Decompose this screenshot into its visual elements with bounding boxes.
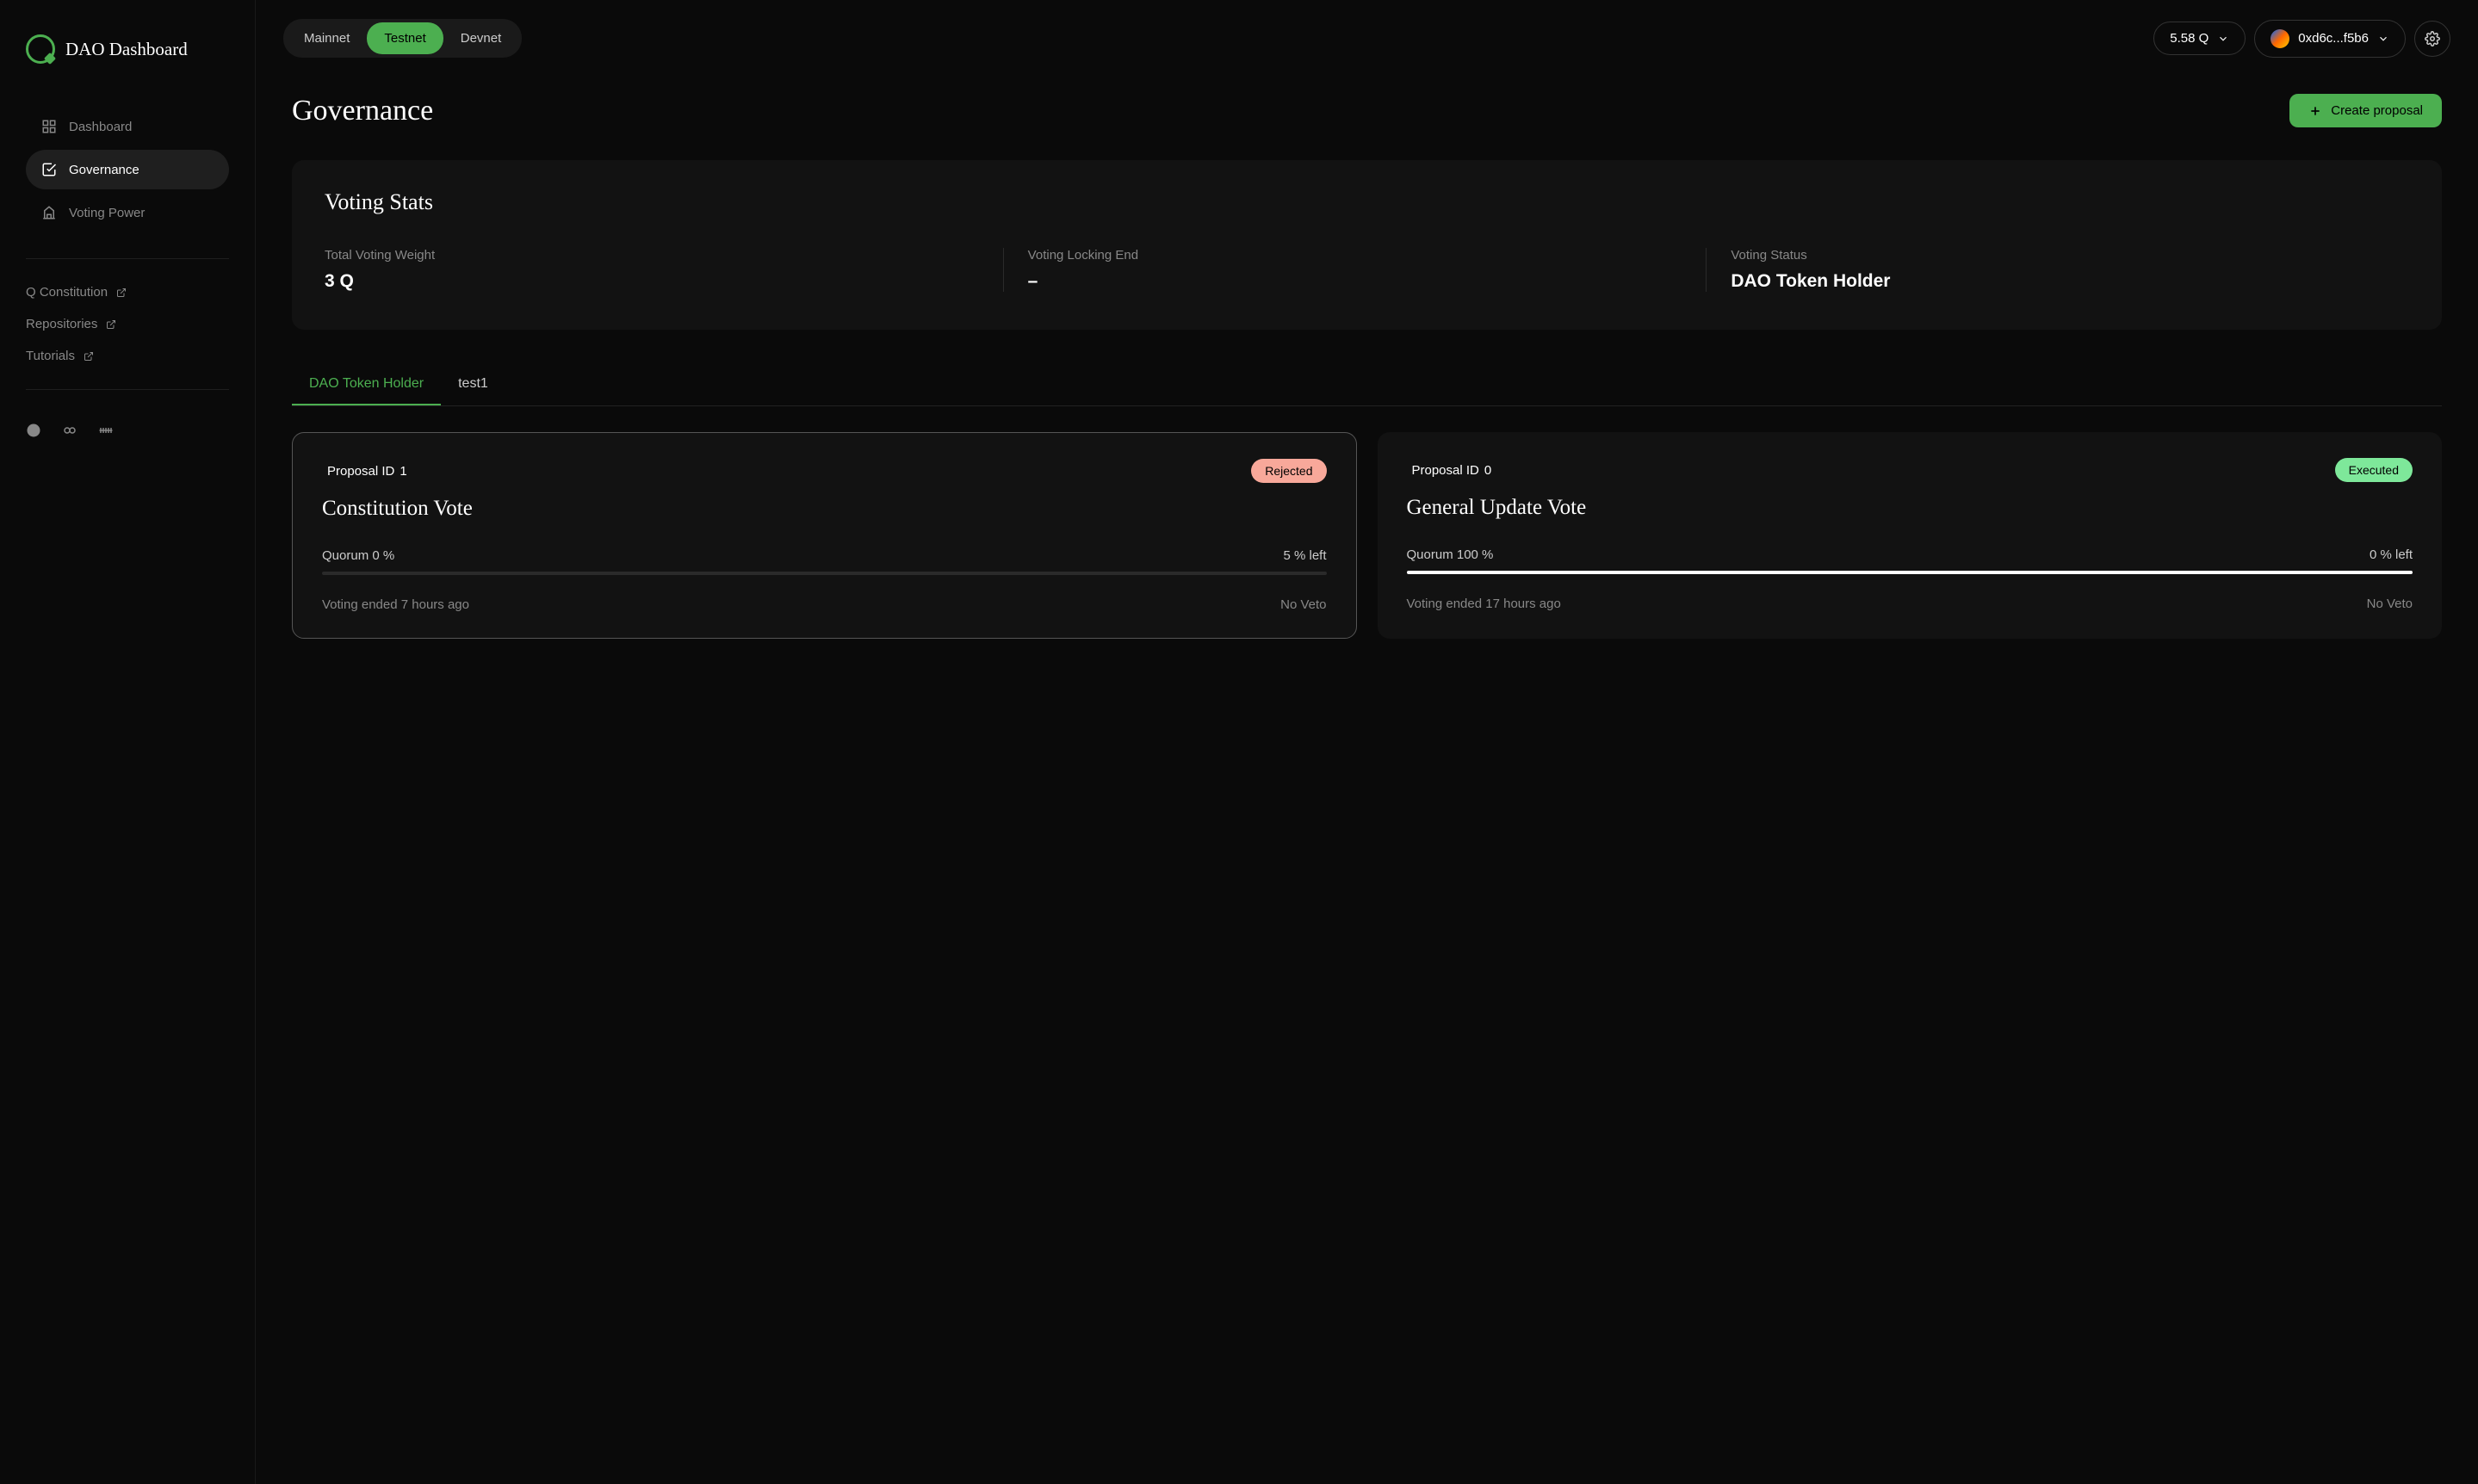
progress-fill — [1407, 571, 2413, 574]
settings-button[interactable] — [2414, 21, 2450, 57]
stat-voting-locking-end: Voting Locking End – — [1003, 248, 1707, 292]
ext-link-label: Q Constitution — [26, 285, 108, 300]
sidebar-divider — [26, 389, 229, 390]
app-name: DAO Dashboard — [65, 39, 188, 60]
external-link-icon — [84, 351, 94, 362]
voting-ended: Voting ended 7 hours ago — [322, 597, 469, 612]
external-link-icon — [106, 319, 116, 330]
external-link-icon — [116, 288, 127, 298]
wallet-dropdown[interactable]: 0xd6c...f5b6 — [2254, 20, 2406, 58]
stat-value: DAO Token Holder — [1731, 271, 2385, 292]
gear-icon — [2425, 31, 2440, 46]
stats-title: Voting Stats — [325, 189, 2409, 215]
voting-power-icon — [41, 205, 57, 220]
link-repositories[interactable]: Repositories — [26, 317, 229, 331]
create-proposal-button[interactable]: Create proposal — [2289, 94, 2442, 127]
stat-label: Voting Status — [1731, 248, 2385, 263]
veto-status: No Veto — [1280, 597, 1326, 612]
proposal-title: General Update Vote — [1407, 496, 2413, 520]
create-proposal-label: Create proposal — [2331, 103, 2423, 118]
network-testnet[interactable]: Testnet — [367, 22, 443, 54]
stat-label: Total Voting Weight — [325, 248, 979, 263]
stat-voting-status: Voting Status DAO Token Holder — [1706, 248, 2409, 292]
veto-status: No Veto — [2367, 597, 2413, 611]
sidebar-item-governance[interactable]: Governance — [26, 150, 229, 189]
network-devnet[interactable]: Devnet — [443, 22, 519, 54]
quorum-progress — [1407, 571, 2413, 574]
quorum-left: 0 % left — [2370, 547, 2413, 562]
link-tutorials[interactable]: Tutorials — [26, 349, 229, 363]
voting-stats-card: Voting Stats Total Voting Weight 3 Q Vot… — [292, 160, 2442, 330]
status-badge: Rejected — [1251, 459, 1326, 483]
link-q-constitution[interactable]: Q Constitution — [26, 285, 229, 300]
sidebar-item-dashboard[interactable]: Dashboard — [26, 107, 229, 146]
social-icon-3[interactable] — [98, 423, 114, 438]
network-switch: Mainnet Testnet Devnet — [283, 19, 522, 58]
proposal-tabs: DAO Token Holder test1 — [292, 364, 2442, 406]
balance-value: 5.58 Q — [2170, 31, 2209, 46]
logo-icon — [26, 34, 55, 64]
wallet-avatar-icon — [2270, 29, 2289, 48]
page-title: Governance — [292, 95, 433, 127]
status-badge: Executed — [2335, 458, 2413, 482]
network-mainnet[interactable]: Mainnet — [287, 22, 367, 54]
sidebar-divider — [26, 258, 229, 259]
sidebar-item-label: Dashboard — [69, 120, 132, 134]
stat-value: – — [1028, 271, 1682, 292]
sidebar-item-label: Voting Power — [69, 206, 145, 220]
chevron-down-icon — [2377, 33, 2389, 45]
chevron-down-icon — [2217, 33, 2229, 45]
sidebar-item-label: Governance — [69, 163, 139, 177]
proposal-title: Constitution Vote — [322, 497, 1327, 521]
ext-link-label: Repositories — [26, 317, 97, 331]
social-icon-2[interactable] — [62, 423, 77, 438]
voting-ended: Voting ended 17 hours ago — [1407, 597, 1561, 611]
stat-value: 3 Q — [325, 271, 979, 292]
quorum-label: Quorum 100 % — [1407, 547, 1494, 562]
balance-dropdown[interactable]: 5.58 Q — [2153, 22, 2246, 55]
tab-test1[interactable]: test1 — [441, 364, 505, 405]
quorum-progress — [322, 572, 1327, 575]
quorum-label: Quorum 0 % — [322, 548, 394, 563]
dashboard-icon — [41, 119, 57, 134]
proposal-id: Proposal ID1 — [322, 464, 407, 479]
governance-icon — [41, 162, 57, 177]
social-icon-1[interactable] — [26, 423, 41, 438]
stat-total-voting-weight: Total Voting Weight 3 Q — [325, 248, 1003, 292]
plus-icon — [2308, 104, 2322, 118]
wallet-address: 0xd6c...f5b6 — [2298, 31, 2369, 46]
quorum-left: 5 % left — [1283, 548, 1326, 563]
proposal-id: Proposal ID0 — [1407, 463, 1492, 478]
proposal-card[interactable]: Proposal ID0 Executed General Update Vot… — [1378, 432, 2443, 639]
tab-dao-token-holder[interactable]: DAO Token Holder — [292, 364, 441, 405]
proposal-card[interactable]: Proposal ID1 Rejected Constitution Vote … — [292, 432, 1357, 639]
stat-label: Voting Locking End — [1028, 248, 1682, 263]
app-logo[interactable]: DAO Dashboard — [26, 34, 229, 64]
ext-link-label: Tutorials — [26, 349, 75, 363]
sidebar-item-voting-power[interactable]: Voting Power — [26, 193, 229, 232]
